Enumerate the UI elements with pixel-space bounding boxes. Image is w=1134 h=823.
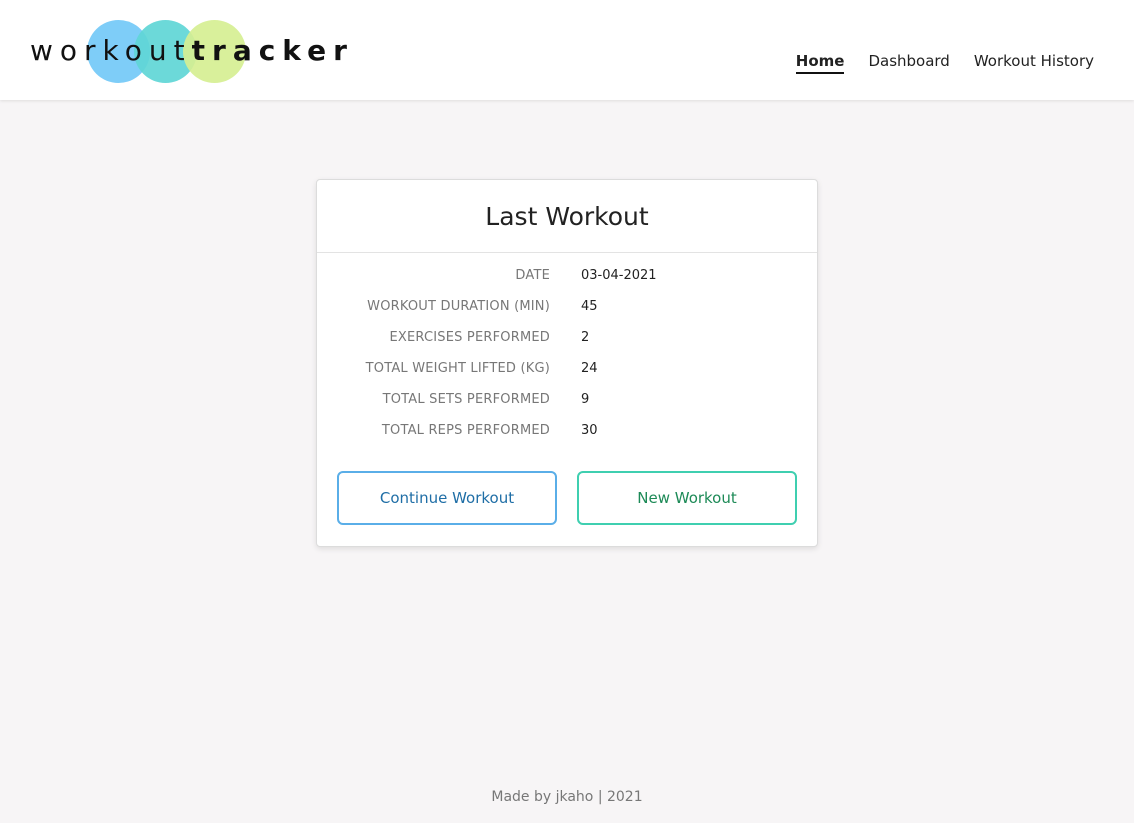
main-nav: Home Dashboard Workout History	[795, 52, 1094, 74]
stat-row-reps: TOTAL REPS PERFORMED 30	[317, 423, 819, 454]
logo-text: workouttracker	[30, 34, 354, 68]
stat-label: TOTAL SETS PERFORMED	[382, 392, 550, 407]
stat-value: 03-04-2021	[581, 268, 657, 283]
stat-value: 9	[581, 392, 590, 407]
stat-row-date: DATE 03-04-2021	[317, 268, 819, 299]
stat-value: 45	[581, 299, 598, 314]
workout-stats: DATE 03-04-2021 WORKOUT DURATION (MIN) 4…	[317, 268, 819, 454]
stat-label: DATE	[515, 268, 550, 283]
card-title: Last Workout	[317, 180, 817, 253]
continue-workout-button[interactable]: Continue Workout	[337, 471, 557, 525]
footer-credit: Made by jkaho | 2021	[491, 789, 643, 805]
stat-row-exercises: EXERCISES PERFORMED 2	[317, 330, 819, 361]
top-nav-bar: workouttracker Home Dashboard Workout Hi…	[0, 0, 1134, 100]
app-logo[interactable]: workouttracker	[30, 20, 347, 84]
nav-link-dashboard[interactable]: Dashboard	[868, 52, 949, 74]
new-workout-button[interactable]: New Workout	[577, 471, 797, 525]
card-actions: Continue Workout New Workout	[337, 471, 797, 525]
stat-row-sets: TOTAL SETS PERFORMED 9	[317, 392, 819, 423]
stat-label: TOTAL REPS PERFORMED	[381, 423, 550, 438]
stat-label: TOTAL WEIGHT LIFTED (KG)	[365, 361, 550, 376]
stat-value: 30	[581, 423, 598, 438]
stat-value: 2	[581, 330, 590, 345]
stat-value: 24	[581, 361, 598, 376]
nav-link-home[interactable]: Home	[795, 52, 845, 74]
logo-text-light: workout	[30, 34, 192, 67]
stat-row-weight: TOTAL WEIGHT LIFTED (KG) 24	[317, 361, 819, 392]
stat-label: EXERCISES PERFORMED	[389, 330, 550, 345]
nav-link-workout-history[interactable]: Workout History	[974, 52, 1094, 74]
stat-row-duration: WORKOUT DURATION (MIN) 45	[317, 299, 819, 330]
stat-label: WORKOUT DURATION (MIN)	[367, 299, 550, 314]
logo-text-bold: tracker	[191, 34, 354, 67]
last-workout-card: Last Workout DATE 03-04-2021 WORKOUT DUR…	[316, 179, 818, 547]
